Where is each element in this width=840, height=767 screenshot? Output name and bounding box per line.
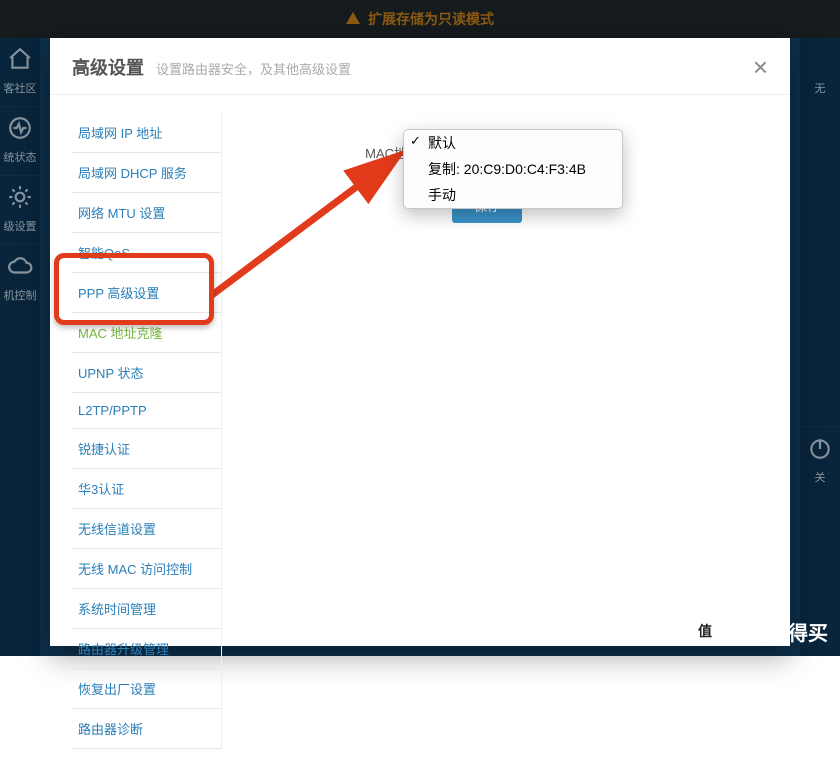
nav-item-15[interactable]: 路由器诊断 xyxy=(72,709,221,749)
modal-header: 高级设置 设置路由器安全，及其他高级设置 × xyxy=(50,38,790,95)
watermark-badge: 值 xyxy=(690,616,720,646)
nav-item-9[interactable]: 华3认证 xyxy=(72,469,221,509)
watermark: 值 什么值得买 xyxy=(690,616,828,646)
dropdown-option-1[interactable]: 复制: 20:C9:D0:C4:F3:4B xyxy=(404,156,622,182)
settings-nav: 局域网 IP 地址局域网 DHCP 服务网络 MTU 设置智能QoSPPP 高级… xyxy=(72,113,222,749)
watermark-text: 什么值得买 xyxy=(728,617,828,646)
nav-item-7[interactable]: L2TP/PPTP xyxy=(72,393,221,429)
nav-item-13[interactable]: 路由器升级管理 xyxy=(72,629,221,669)
nav-item-6[interactable]: UPNP 状态 xyxy=(72,353,221,393)
nav-item-0[interactable]: 局域网 IP 地址 xyxy=(72,113,221,153)
dropdown-option-0[interactable]: 默认 xyxy=(404,130,622,156)
nav-item-2[interactable]: 网络 MTU 设置 xyxy=(72,193,221,233)
modal-subtitle: 设置路由器安全，及其他高级设置 xyxy=(156,59,351,78)
nav-item-3[interactable]: 智能QoS xyxy=(72,233,221,273)
nav-item-10[interactable]: 无线信道设置 xyxy=(72,509,221,549)
nav-item-8[interactable]: 锐捷认证 xyxy=(72,429,221,469)
dropdown-option-2[interactable]: 手动 xyxy=(404,182,622,208)
modal-title: 高级设置 xyxy=(72,54,144,80)
nav-item-1[interactable]: 局域网 DHCP 服务 xyxy=(72,153,221,193)
nav-item-11[interactable]: 无线 MAC 访问控制 xyxy=(72,549,221,589)
mac-clone-dropdown[interactable]: 默认复制: 20:C9:D0:C4:F3:4B手动 xyxy=(403,129,623,209)
nav-item-14[interactable]: 恢复出厂设置 xyxy=(72,669,221,709)
nav-item-4[interactable]: PPP 高级设置 xyxy=(72,273,221,313)
nav-item-12[interactable]: 系统时间管理 xyxy=(72,589,221,629)
nav-item-5[interactable]: MAC 地址克隆 xyxy=(72,313,221,353)
close-icon[interactable]: × xyxy=(753,54,768,80)
